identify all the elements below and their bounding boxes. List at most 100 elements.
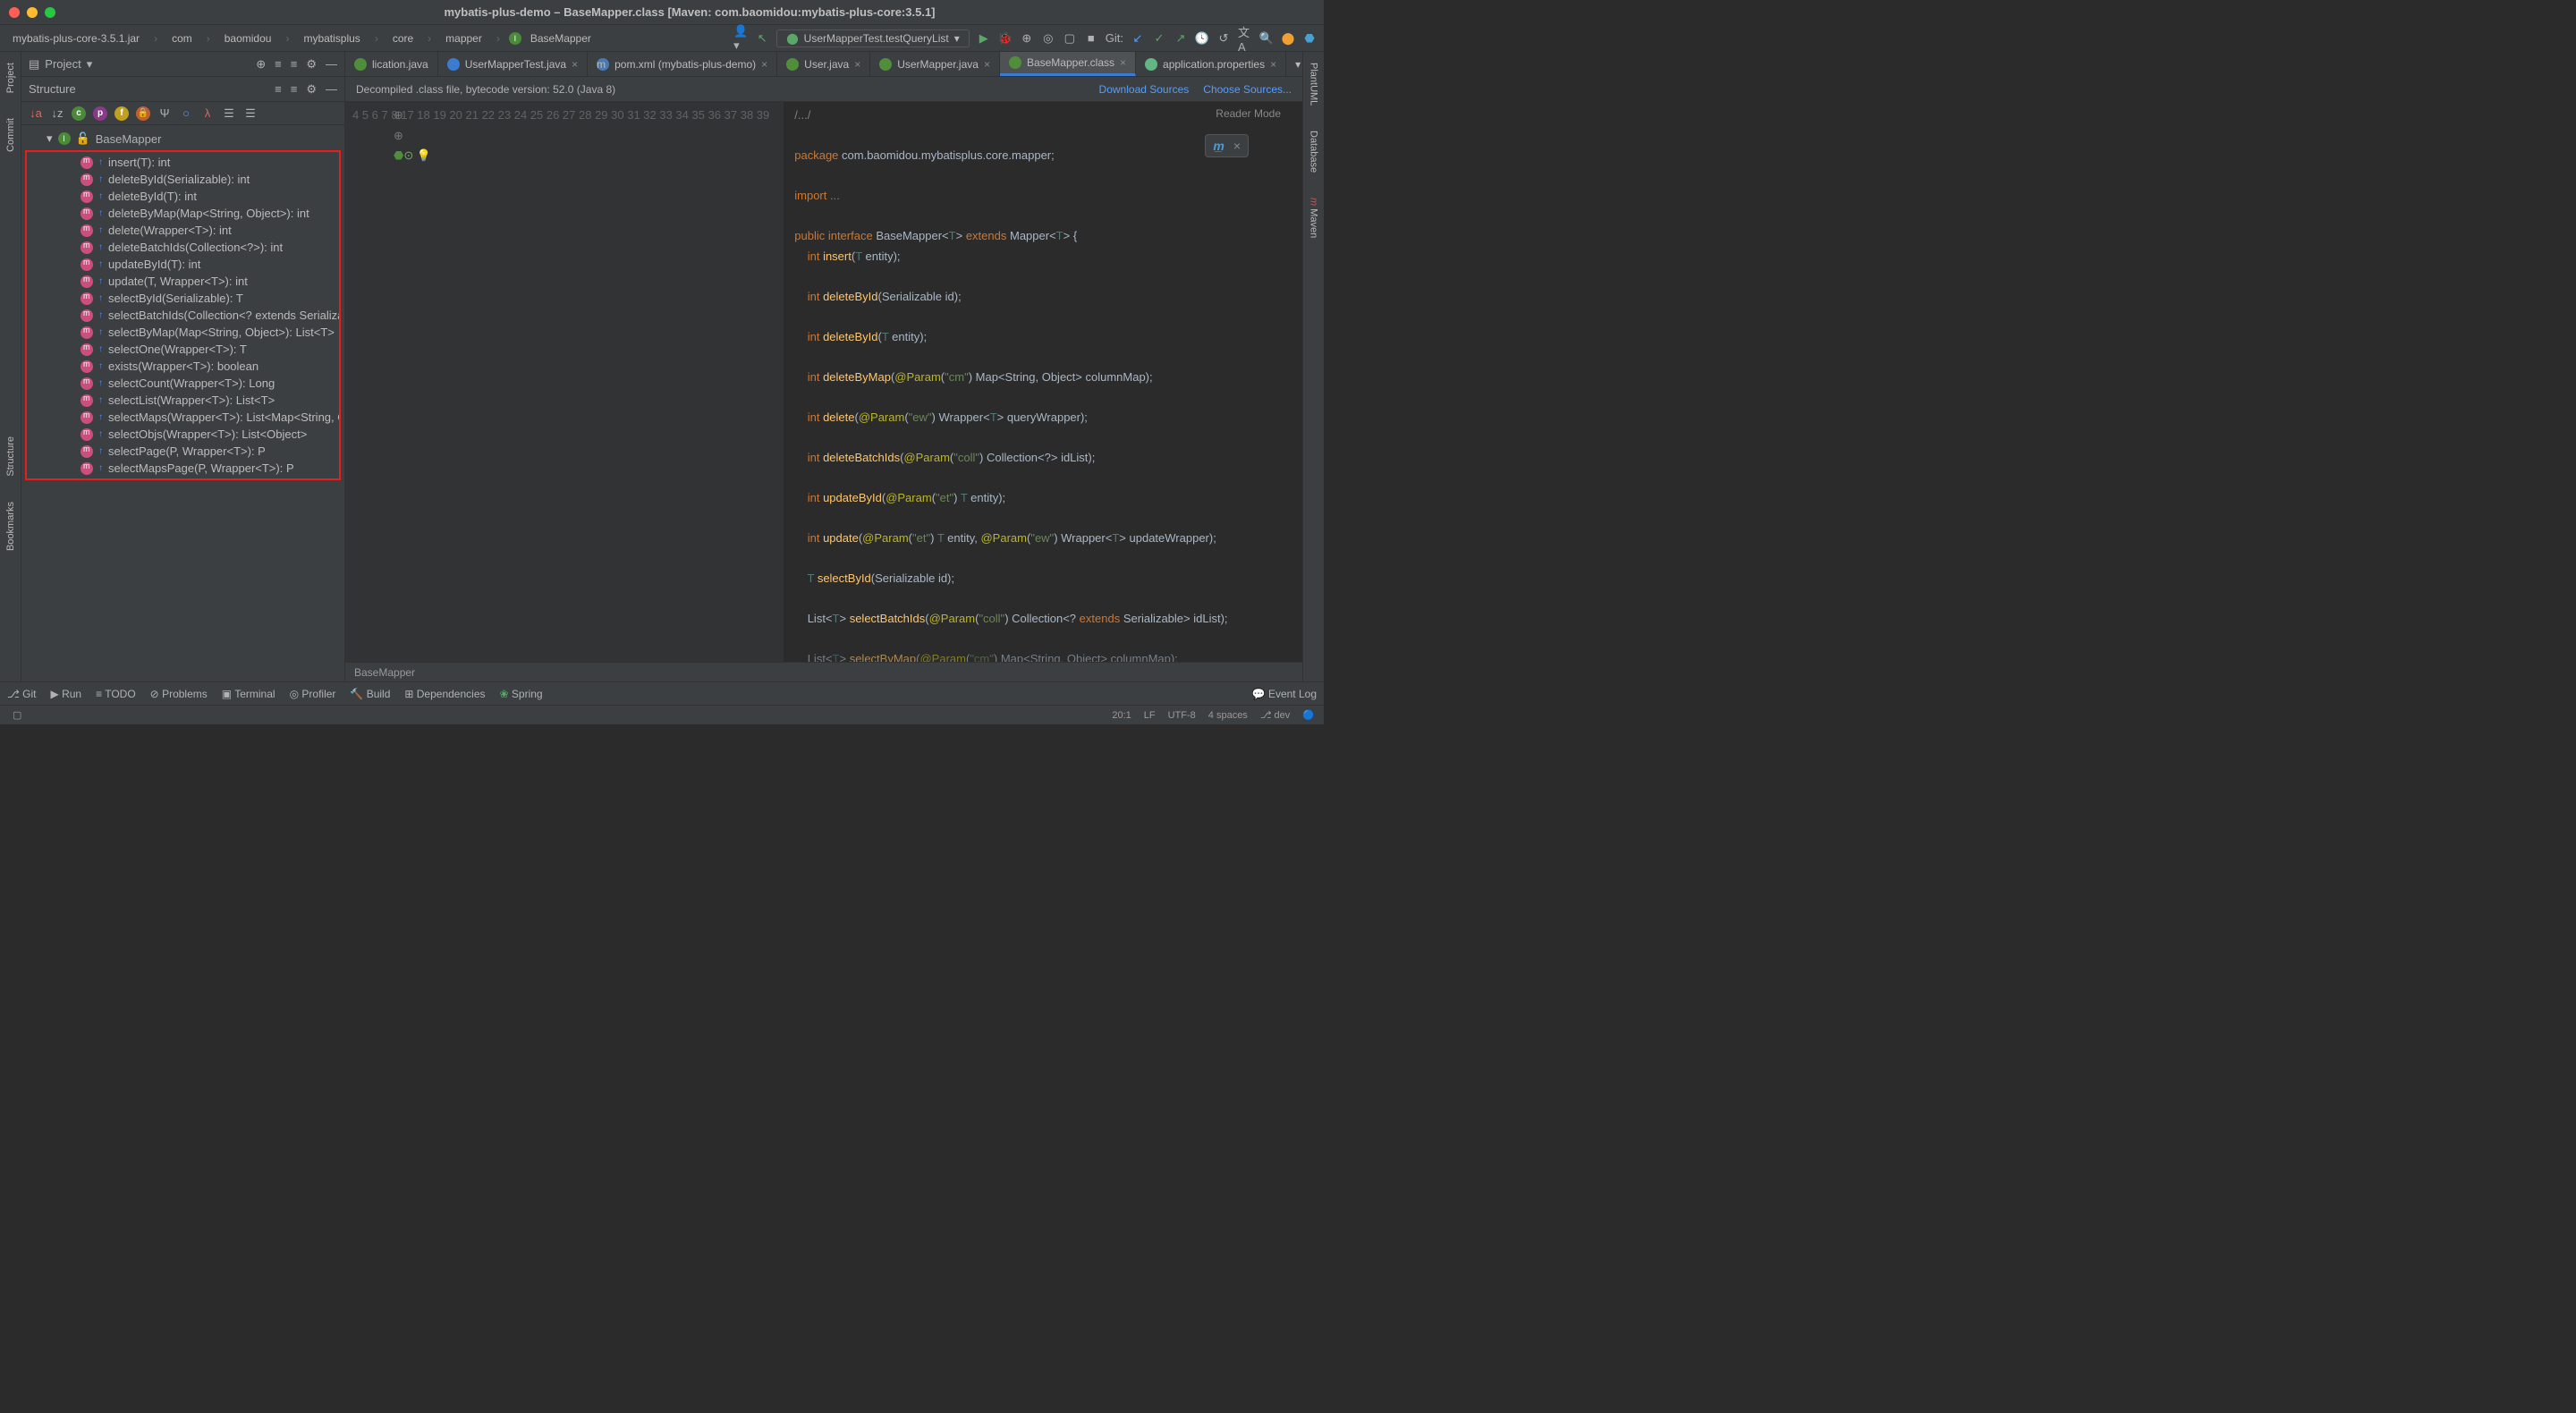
method-item[interactable]: ↑deleteByMap(Map<String, Object>): int [27, 205, 339, 222]
autoscroll2-icon[interactable]: ☰ [243, 106, 258, 121]
profile-icon[interactable]: ◎ [1041, 31, 1055, 46]
footer-dependencies[interactable]: ⊞ Dependencies [404, 688, 485, 700]
method-item[interactable]: ↑selectBatchIds(Collection<? extends Ser… [27, 307, 339, 324]
filter-class-icon[interactable]: c [72, 106, 86, 121]
search-icon[interactable]: 🔍 [1259, 31, 1274, 46]
source[interactable]: /.../ package com.baomidou.mybatisplus.c… [784, 102, 1238, 662]
structure-root[interactable]: ▾I🔓BaseMapper [21, 129, 344, 148]
run-icon[interactable]: ▶ [977, 31, 991, 46]
close-tab-icon[interactable]: × [572, 58, 578, 71]
footer-build[interactable]: 🔨 Build [350, 688, 390, 700]
close-pin-icon[interactable]: × [1233, 139, 1241, 153]
settings-icon[interactable]: ⚙ [306, 57, 317, 72]
expand-icon[interactable]: ≡ [275, 57, 282, 72]
method-item[interactable]: ↑deleteBatchIds(Collection<?>): int [27, 239, 339, 256]
show-inherited-icon[interactable]: Ψ [157, 106, 172, 121]
footer-todo[interactable]: ≡ TODO [96, 688, 136, 700]
close-window-icon[interactable] [9, 7, 20, 18]
method-item[interactable]: ↑selectCount(Wrapper<T>): Long [27, 375, 339, 392]
encoding[interactable]: UTF-8 [1168, 710, 1196, 721]
method-item[interactable]: ↑exists(Wrapper<T>): boolean [27, 358, 339, 375]
filter-field-icon[interactable]: f [114, 106, 129, 121]
filter-local-icon[interactable]: 🔒 [136, 106, 150, 121]
footer-eventlog[interactable]: 💬 Event Log [1252, 688, 1317, 700]
show-anon-icon[interactable]: ○ [179, 106, 193, 121]
tab-dropdown[interactable]: ▾ [1286, 52, 1302, 76]
method-item[interactable]: ↑selectOne(Wrapper<T>): T [27, 341, 339, 358]
footer-spring[interactable]: ❀ Spring [500, 688, 543, 700]
build-icon[interactable]: ↖ [755, 31, 769, 46]
gear-icon[interactable]: ⚙ [306, 82, 317, 97]
stop-icon[interactable]: ■ [1084, 31, 1098, 46]
tool-structure[interactable]: Structure [5, 433, 16, 480]
method-item[interactable]: ↑selectList(Wrapper<T>): List<T> [27, 392, 339, 409]
download-sources-link[interactable]: Download Sources [1099, 83, 1190, 96]
hide-panel-icon[interactable]: — [326, 82, 337, 97]
attach-icon[interactable]: ▢ [1063, 31, 1077, 46]
status-icon[interactable]: 🔵 [1302, 709, 1315, 721]
git-update-icon[interactable]: ↙ [1131, 31, 1145, 46]
tool-bookmarks[interactable]: Bookmarks [5, 498, 16, 554]
indent[interactable]: 4 spaces [1208, 710, 1248, 721]
method-item[interactable]: ↑selectMaps(Wrapper<T>): List<Map<String… [27, 409, 339, 426]
footer-run[interactable]: ▶ Run [51, 688, 82, 700]
editor-tab[interactable]: UserMapper.java× [870, 52, 1000, 76]
ide-update-icon[interactable]: ⬤ [1281, 31, 1295, 46]
code-area[interactable]: 4 5 6 7 8 17 18 19 20 21 22 23 24 25 26 … [345, 102, 1302, 662]
editor-tab[interactable]: application.properties× [1136, 52, 1286, 76]
method-item[interactable]: ↑selectObjs(Wrapper<T>): List<Object> [27, 426, 339, 443]
method-item[interactable]: ↑selectPage(P, Wrapper<T>): P [27, 443, 339, 460]
git-commit-icon[interactable]: ✓ [1152, 31, 1166, 46]
filter-package-icon[interactable]: p [93, 106, 107, 121]
footer-terminal[interactable]: ▣ Terminal [222, 688, 275, 700]
collapse-all-icon[interactable]: ≡ [291, 82, 298, 97]
debug-icon[interactable]: 🐞 [998, 31, 1013, 46]
editor-tab[interactable]: lication.java [345, 52, 438, 76]
editor-tab-active[interactable]: BaseMapper.class× [1000, 52, 1136, 76]
method-item[interactable]: ↑update(T, Wrapper<T>): int [27, 273, 339, 290]
method-item[interactable]: ↑selectMapsPage(P, Wrapper<T>): P [27, 460, 339, 477]
maximize-window-icon[interactable] [45, 7, 55, 18]
reader-mode-label[interactable]: Reader Mode [1216, 107, 1281, 120]
expand-all-icon[interactable]: ≡ [275, 82, 282, 97]
tool-plantuml[interactable]: PlantUML [1309, 59, 1319, 109]
translate-icon[interactable]: 文A [1238, 31, 1252, 46]
sort-vis-icon[interactable]: ↓z [50, 106, 64, 121]
method-item[interactable]: ↑insert(T): int [27, 154, 339, 171]
coverage-icon[interactable]: ⊕ [1020, 31, 1034, 46]
footer-profiler[interactable]: ◎ Profiler [290, 688, 336, 700]
editor-tab[interactable]: User.java× [777, 52, 870, 76]
tool-project[interactable]: Project [5, 59, 16, 97]
editor-tab[interactable]: UserMapperTest.java× [438, 52, 588, 76]
footer-problems[interactable]: ⊘ Problems [150, 688, 208, 700]
user-icon[interactable]: 👤▾ [733, 31, 748, 46]
pin-toolbar[interactable]: m̲× [1205, 134, 1249, 157]
editor-breadcrumb[interactable]: BaseMapper [345, 662, 1302, 681]
tool-maven[interactable]: m Maven [1309, 194, 1319, 241]
tool-database[interactable]: Database [1309, 127, 1319, 176]
choose-sources-link[interactable]: Choose Sources... [1203, 83, 1292, 96]
status-menu-icon[interactable]: ▢ [13, 709, 21, 721]
method-item[interactable]: ↑deleteById(T): int [27, 188, 339, 205]
git-revert-icon[interactable]: ↺ [1216, 31, 1231, 46]
method-item[interactable]: ↑updateById(T): int [27, 256, 339, 273]
method-item[interactable]: ↑delete(Wrapper<T>): int [27, 222, 339, 239]
show-lambda-icon[interactable]: λ [200, 106, 215, 121]
locate-icon[interactable]: ⊕ [256, 57, 266, 72]
hide-icon[interactable]: — [326, 57, 337, 72]
breadcrumbs[interactable]: mybatis-plus-core-3.5.1.jar› com› baomid… [7, 30, 597, 47]
avatar-icon[interactable]: ⬣ [1302, 31, 1317, 46]
editor-tab[interactable]: mpom.xml (mybatis-plus-demo)× [588, 52, 777, 76]
tool-commit[interactable]: Commit [5, 114, 16, 156]
line-sep[interactable]: LF [1144, 710, 1156, 721]
method-item[interactable]: ↑selectById(Serializable): T [27, 290, 339, 307]
footer-git[interactable]: ⎇ Git [7, 688, 37, 700]
run-config-selector[interactable]: ⬤UserMapperTest.testQueryList▾ [776, 30, 970, 47]
git-history-icon[interactable]: 🕓 [1195, 31, 1209, 46]
caret-position[interactable]: 20:1 [1112, 710, 1131, 721]
minimize-window-icon[interactable] [27, 7, 38, 18]
sort-az-icon[interactable]: ↓a [29, 106, 43, 121]
collapse-icon[interactable]: ≡ [291, 57, 298, 72]
git-branch[interactable]: ⎇ dev [1260, 709, 1290, 721]
method-item[interactable]: ↑deleteById(Serializable): int [27, 171, 339, 188]
